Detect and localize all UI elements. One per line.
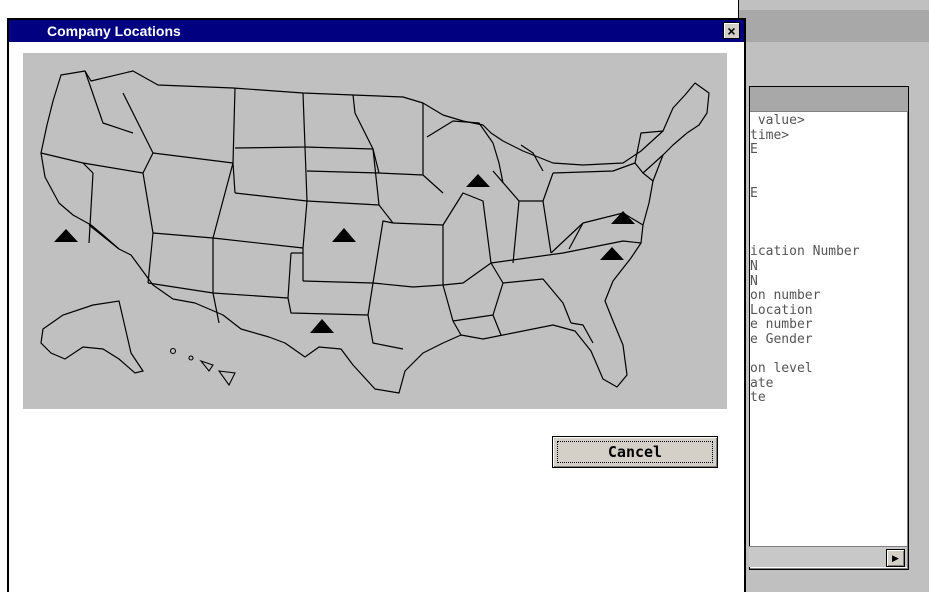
us-outline [40,70,710,394]
location-markers [54,174,635,333]
company-locations-dialog: Company Locations × Cancel [7,18,746,592]
background-list-item[interactable]: time> [750,129,906,144]
background-list-item[interactable]: N [750,260,906,275]
location-marker-california [54,229,78,242]
background-list-item[interactable]: on number [750,289,906,304]
background-list-item[interactable]: value> [750,114,906,129]
scroll-right-icon[interactable]: ▶ [886,549,905,567]
background-window-titlebar [739,10,929,42]
background-list-item[interactable] [750,158,906,173]
location-marker-north-carolina [600,247,624,260]
background-list-item[interactable] [750,216,906,231]
location-marker-texas [310,319,334,333]
background-list-item[interactable]: ate [750,377,906,392]
background-window: value> time> E Eication Number N Non number Lo… [738,0,929,592]
location-marker-illinois [466,174,490,187]
background-list-item[interactable]: E [750,187,906,202]
close-icon: × [727,22,736,39]
dialog-titlebar[interactable]: Company Locations × [9,20,744,42]
state-outlines [40,70,710,394]
background-panel-header [750,87,908,112]
dialog-title: Company Locations [47,23,181,39]
background-list-item[interactable]: te [750,391,906,406]
cancel-button[interactable]: Cancel [552,436,718,468]
background-list-item[interactable]: on level [750,362,906,377]
us-map-svg [40,70,710,394]
close-button[interactable]: × [723,22,740,39]
background-list-item[interactable] [750,172,906,187]
background-list-item[interactable] [750,231,906,246]
background-list-item[interactable]: Location [750,304,906,319]
background-list-item[interactable]: N [750,275,906,290]
background-variable-list[interactable]: value> time> E Eication Number N Non number Lo… [750,114,906,406]
background-list-item[interactable] [750,202,906,217]
focus-rectangle [557,441,713,463]
horizontal-scrollbar[interactable]: ▶ [749,546,907,567]
background-list-item[interactable]: ication Number [750,245,906,260]
location-marker-kansas [332,228,356,242]
background-variables-panel: value> time> E Eication Number N Non number Lo… [749,86,909,570]
background-list-item[interactable]: e Gender [750,333,906,348]
background-list-item[interactable]: e number [750,318,906,333]
alaska-outline [40,300,144,374]
background-list-item[interactable]: E [750,143,906,158]
hawaii-outline [169,347,236,387]
us-map[interactable] [23,53,727,409]
background-list-item[interactable] [750,348,906,363]
